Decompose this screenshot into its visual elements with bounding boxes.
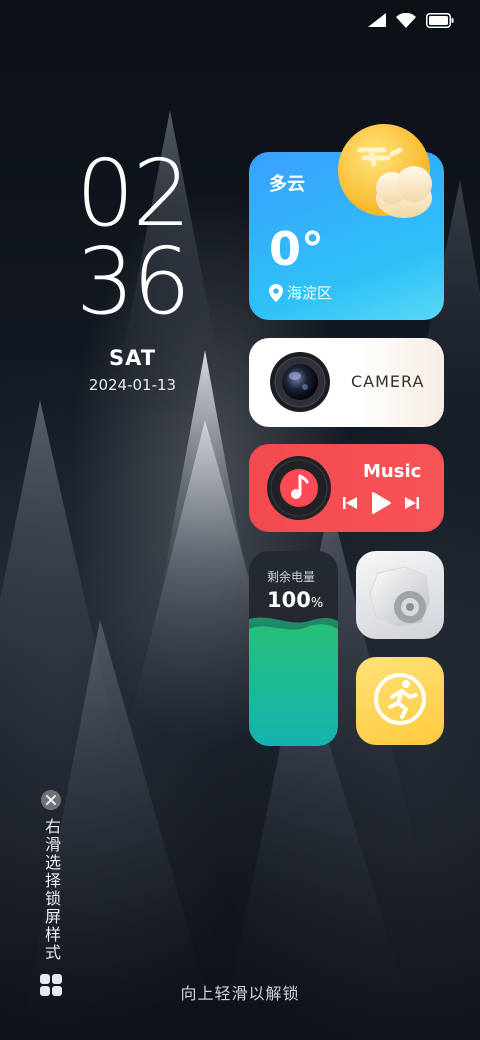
play-icon [372, 492, 391, 514]
battery-icon [426, 12, 454, 28]
music-title: Music [363, 461, 422, 482]
lockscreen-clock: 02 36 SAT 2024-01-13 [70, 140, 195, 395]
music-controls [343, 492, 419, 514]
location-pin-icon [269, 283, 283, 302]
weather-location-label: 海淀区 [287, 284, 333, 302]
unlock-hint[interactable]: 向上轻滑以解锁 [0, 980, 480, 1004]
close-icon [46, 795, 56, 805]
clock-day: SAT [108, 346, 157, 370]
clock-hours: 02 [75, 140, 191, 247]
play-button[interactable] [371, 492, 391, 514]
battery-value: 100 [267, 588, 311, 612]
signal-icon [368, 13, 386, 27]
settings-gear-icon [369, 566, 431, 628]
battery-widget-label: 剩余电量 [267, 570, 316, 584]
lockscreen-style-hint: 右滑选择锁屏样式 [42, 818, 61, 962]
status-bar [368, 10, 454, 30]
settings-app-button[interactable] [356, 551, 444, 639]
battery-level-fill [249, 617, 338, 746]
next-icon [405, 497, 419, 509]
running-person-icon [374, 673, 426, 725]
camera-widget[interactable]: CAMERA [249, 338, 444, 427]
weather-condition: 多云 [269, 174, 305, 195]
camera-lens-icon [270, 352, 330, 412]
battery-percent: 100% [267, 588, 323, 612]
music-note-icon [267, 456, 331, 520]
fitness-app-button[interactable] [356, 657, 444, 745]
battery-widget[interactable]: 剩余电量 100% [249, 551, 338, 746]
wifi-icon [396, 12, 416, 28]
battery-unit: % [310, 596, 324, 611]
weather-temperature: 0° [269, 222, 325, 276]
next-button[interactable] [405, 497, 419, 509]
previous-button[interactable] [343, 497, 357, 509]
camera-label: CAMERA [351, 372, 425, 391]
lockscreen-style-panel: 右滑选择锁屏样式 [38, 790, 64, 998]
clock-date: 2024-01-13 [88, 376, 177, 394]
weather-location: 海淀区 [269, 282, 332, 303]
previous-icon [343, 497, 357, 509]
close-button[interactable] [41, 790, 61, 810]
partly-cloudy-icon [338, 124, 432, 218]
music-widget[interactable]: Music [249, 444, 444, 532]
clock-minutes: 36 [75, 228, 191, 335]
